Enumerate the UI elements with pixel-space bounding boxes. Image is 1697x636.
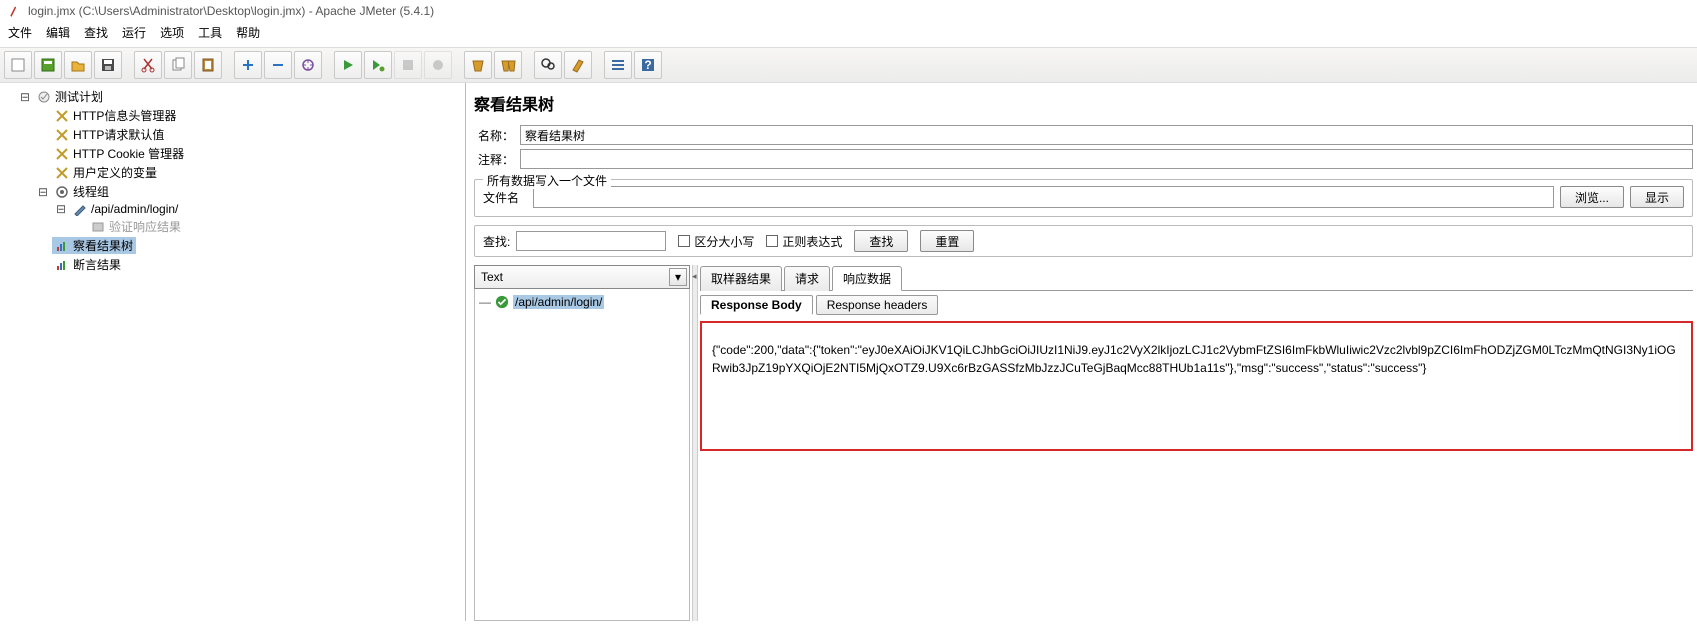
expand-icon[interactable] (234, 51, 262, 79)
titlebar: login.jmx (C:\Users\Administrator\Deskto… (0, 0, 1697, 22)
filename-input[interactable] (533, 186, 1554, 208)
search-label: 查找: (483, 233, 510, 250)
tree-thread-group[interactable]: ⊟线程组 (38, 182, 463, 201)
run-icon[interactable] (334, 51, 362, 79)
menu-search[interactable]: 查找 (84, 24, 108, 41)
menubar: 文件 编辑 查找 运行 选项 工具 帮助 (0, 22, 1697, 47)
name-label: 名称： (474, 127, 514, 144)
toggle-icon[interactable]: ⊟ (20, 90, 30, 104)
menu-help[interactable]: 帮助 (236, 24, 260, 41)
write-file-groupbox: 所有数据写入一个文件 文件名 浏览... 显示 (474, 179, 1693, 217)
groupbox-legend: 所有数据写入一个文件 (483, 172, 611, 189)
show-log-button[interactable]: 显示 (1630, 186, 1684, 208)
tree-req-defaults[interactable]: HTTP请求默认值 (38, 125, 463, 144)
run-nopause-icon[interactable] (364, 51, 392, 79)
shutdown-icon[interactable] (424, 51, 452, 79)
success-icon (495, 295, 509, 309)
regex-checkbox[interactable]: 正则表达式 (766, 233, 842, 250)
result-sample[interactable]: — /api/admin/login/ (479, 295, 685, 309)
save-icon[interactable] (94, 51, 122, 79)
result-tabs: 取样器结果 请求 响应数据 (700, 265, 1693, 291)
browse-button[interactable]: 浏览... (1560, 186, 1624, 208)
window-title: login.jmx (C:\Users\Administrator\Deskto… (28, 4, 434, 18)
chevron-down-icon[interactable]: ▾ (669, 268, 687, 286)
reset-search-icon[interactable] (564, 51, 592, 79)
tree-header-mgr[interactable]: HTTP信息头管理器 (38, 106, 463, 125)
tab-response[interactable]: 响应数据 (832, 266, 902, 291)
templates-icon[interactable] (34, 51, 62, 79)
results-tree[interactable]: — /api/admin/login/ (474, 289, 690, 621)
tree-assert[interactable]: 验证响应结果 (74, 217, 463, 236)
toggle-icon[interactable]: ⊟ (56, 202, 66, 216)
right-panel: 察看结果树 名称： 注释： 所有数据写入一个文件 文件名 浏览... 显示 查找… (466, 83, 1697, 621)
workspace: ⊟ 测试计划 HTTP信息头管理器 HTTP请求默认值 HTTP Cookie … (0, 83, 1697, 621)
tree-sampler[interactable]: ⊟/api/admin/login/ (56, 201, 463, 217)
search-icon[interactable] (534, 51, 562, 79)
menu-tools[interactable]: 工具 (198, 24, 222, 41)
svg-text:?: ? (644, 58, 651, 72)
menu-options[interactable]: 选项 (160, 24, 184, 41)
tree-cookie-mgr[interactable]: HTTP Cookie 管理器 (38, 144, 463, 163)
tree-panel[interactable]: ⊟ 测试计划 HTTP信息头管理器 HTTP请求默认值 HTTP Cookie … (0, 83, 466, 621)
menu-run[interactable]: 运行 (122, 24, 146, 41)
response-body[interactable]: {"code":200,"data":{"token":"eyJ0eXAiOiJ… (700, 321, 1693, 451)
function-icon[interactable] (604, 51, 632, 79)
clear-icon[interactable] (464, 51, 492, 79)
menu-edit[interactable]: 编辑 (46, 24, 70, 41)
jmeter-icon (8, 4, 22, 18)
toggle-icon[interactable] (294, 51, 322, 79)
results-left: Text ▾ — /api/admin/login/ (474, 265, 690, 621)
splitter[interactable] (692, 265, 698, 621)
collapse-icon[interactable] (264, 51, 292, 79)
case-checkbox[interactable]: 区分大小写 (678, 233, 754, 250)
renderer-dropdown[interactable]: Text ▾ (474, 265, 690, 289)
help-icon[interactable]: ? (634, 51, 662, 79)
toggle-icon[interactable]: ⊟ (38, 185, 48, 199)
response-subtabs: Response Body Response headers (700, 291, 1693, 315)
clear-all-icon[interactable] (494, 51, 522, 79)
tree-view-results[interactable]: 察看结果树 (38, 236, 463, 255)
subtab-body[interactable]: Response Body (700, 295, 813, 315)
search-button[interactable]: 查找 (854, 230, 908, 252)
paste-icon[interactable] (194, 51, 222, 79)
results-right: 取样器结果 请求 响应数据 Response Body Response hea… (700, 265, 1693, 621)
reset-button[interactable]: 重置 (920, 230, 974, 252)
menu-file[interactable]: 文件 (8, 24, 32, 41)
cut-icon[interactable] (134, 51, 162, 79)
tree-assertion-results[interactable]: 断言结果 (38, 255, 463, 274)
search-input[interactable] (516, 231, 666, 251)
name-input[interactable] (520, 125, 1693, 145)
copy-icon[interactable] (164, 51, 192, 79)
new-icon[interactable] (4, 51, 32, 79)
tab-sampler-result[interactable]: 取样器结果 (700, 266, 782, 291)
panel-heading: 察看结果树 (474, 89, 1693, 121)
toolbar: ? (0, 47, 1697, 83)
comment-input[interactable] (520, 149, 1693, 169)
tab-request[interactable]: 请求 (784, 266, 830, 291)
comment-label: 注释： (474, 151, 514, 168)
filename-label: 文件名 (483, 189, 527, 206)
searchbar: 查找: 区分大小写 正则表达式 查找 重置 (474, 225, 1693, 257)
open-icon[interactable] (64, 51, 92, 79)
tree-user-vars[interactable]: 用户定义的变量 (38, 163, 463, 182)
stop-icon[interactable] (394, 51, 422, 79)
results-area: Text ▾ — /api/admin/login/ 取样器结果 请求 响应数据 (474, 265, 1693, 621)
tree-test-plan[interactable]: ⊟ 测试计划 (20, 87, 463, 106)
subtab-headers[interactable]: Response headers (816, 295, 939, 315)
